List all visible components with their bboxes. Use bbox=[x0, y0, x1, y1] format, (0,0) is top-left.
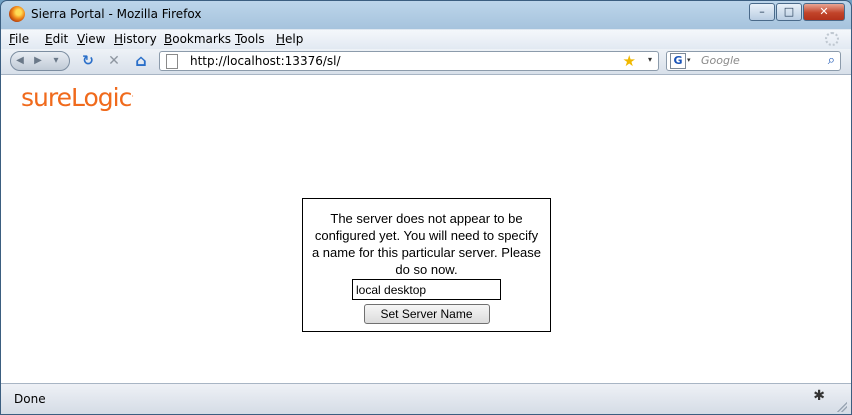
window-title: Sierra Portal - Mozilla Firefox bbox=[31, 7, 202, 21]
surelogic-logo: sureLogic. bbox=[21, 83, 134, 112]
search-bar[interactable]: G ▾ Google ⌕ bbox=[666, 51, 841, 71]
bug-icon[interactable]: ✱ bbox=[813, 388, 825, 404]
search-engine-dropdown-icon[interactable]: ▾ bbox=[687, 56, 691, 64]
status-text: Done bbox=[14, 392, 46, 406]
page-content: sureLogic. The server does not appear to… bbox=[1, 75, 851, 383]
resize-grip[interactable] bbox=[837, 402, 847, 412]
menu-tools[interactable]: Tools bbox=[235, 32, 265, 46]
back-forward-group: ◀ ▶ ▾ bbox=[10, 51, 70, 71]
back-button[interactable]: ◀ bbox=[11, 52, 29, 70]
search-icon[interactable]: ⌕ bbox=[828, 53, 835, 68]
minimize-button[interactable]: – bbox=[749, 3, 775, 21]
maximize-button[interactable]: □ bbox=[776, 3, 802, 21]
page-icon bbox=[166, 54, 178, 69]
menu-view[interactable]: View bbox=[77, 32, 105, 46]
close-button[interactable]: ✕ bbox=[803, 3, 845, 21]
menu-bar: File Edit View History Bookmarks Tools H… bbox=[1, 30, 851, 49]
bookmark-star-icon[interactable]: ★ bbox=[623, 52, 636, 70]
stop-button[interactable]: ✕ bbox=[105, 52, 123, 70]
menu-edit[interactable]: Edit bbox=[45, 32, 68, 46]
logo-text: sureLogic bbox=[21, 83, 132, 112]
reload-button[interactable]: ↻ bbox=[79, 52, 97, 70]
menu-bookmarks[interactable]: Bookmarks bbox=[164, 32, 231, 46]
set-server-name-button[interactable]: Set Server Name bbox=[363, 304, 490, 324]
address-bar[interactable]: http://localhost:13376/sl/ ★ ▾ bbox=[159, 51, 659, 71]
menu-help[interactable]: Help bbox=[276, 32, 303, 46]
server-config-dialog: The server does not appear to be configu… bbox=[302, 198, 551, 332]
status-bar: Done ✱ bbox=[1, 383, 851, 414]
browser-window: Sierra Portal - Mozilla Firefox – □ ✕ Fi… bbox=[0, 0, 852, 415]
forward-button[interactable]: ▶ bbox=[29, 52, 47, 70]
config-message: The server does not appear to be configu… bbox=[311, 211, 542, 277]
menu-file[interactable]: File bbox=[9, 32, 29, 46]
google-icon[interactable]: G bbox=[670, 53, 686, 69]
home-button[interactable]: ⌂ bbox=[132, 52, 150, 70]
url-text[interactable]: http://localhost:13376/sl/ bbox=[190, 54, 341, 68]
navigation-toolbar: ◀ ▶ ▾ ↻ ✕ ⌂ http://localhost:13376/sl/ ★ ▾… bbox=[1, 49, 851, 75]
throbber-icon bbox=[825, 32, 839, 46]
firefox-icon bbox=[9, 6, 25, 22]
title-bar[interactable]: Sierra Portal - Mozilla Firefox – □ ✕ bbox=[1, 1, 851, 29]
menu-history[interactable]: History bbox=[114, 32, 157, 46]
search-input[interactable]: Google bbox=[701, 54, 740, 67]
logo-mark: . bbox=[131, 89, 133, 99]
history-dropdown-icon[interactable]: ▾ bbox=[47, 52, 65, 70]
url-dropdown-icon[interactable]: ▾ bbox=[648, 55, 652, 64]
window-controls: – □ ✕ bbox=[748, 3, 845, 21]
server-name-input[interactable] bbox=[352, 279, 501, 300]
